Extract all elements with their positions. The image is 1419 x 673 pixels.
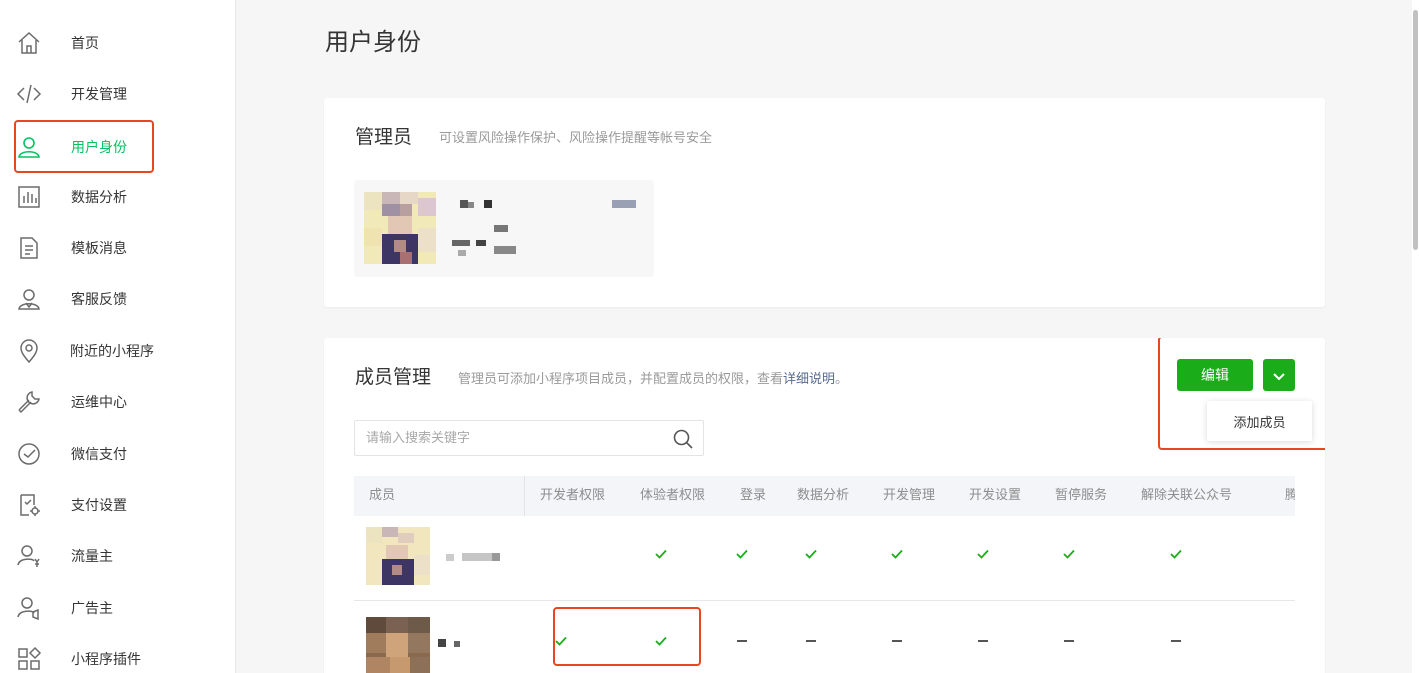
checkmark-icon [1062,547,1076,561]
sidebar-item-label: 微信支付 [71,447,127,463]
dash-icon [735,634,749,648]
scrollbar[interactable] [1412,0,1419,673]
document-icon [14,233,44,263]
advertiser-icon [14,593,44,623]
members-desc: 管理员可添加小程序项目成员，并配置成员的权限，查看详细说明。 [458,368,848,387]
sidebar-item-template-message[interactable]: 模板消息 [14,223,154,273]
members-desc-suffix: 。 [835,372,849,387]
dash-icon [1169,634,1183,648]
chart-icon [14,182,44,212]
checkmark-icon [804,547,818,561]
table-row [354,516,1295,601]
blurred-name [438,639,446,647]
sidebar-item-label: 运维中心 [71,395,127,411]
column-header: 开发设置 [969,488,1022,503]
plugin-icon [14,644,44,673]
admin-title: 管理员 [355,126,413,148]
search-icon[interactable] [673,429,693,453]
checkmark-icon [654,634,668,648]
column-header: 腾讯 [1285,488,1295,503]
more-actions-button[interactable] [1263,359,1295,391]
column-header: 体验者权限 [640,488,706,503]
search-input[interactable] [355,421,665,455]
checkmark-icon [976,547,990,561]
admin-profile [354,180,654,277]
detail-link[interactable]: 详细说明 [783,372,835,387]
sidebar-item-label: 流量主 [71,549,113,565]
table-header: 成员 开发者权限 体验者权限 登录 数据分析 开发管理 开发设置 暂停服务 解除… [354,476,1295,516]
column-header: 解除关联公众号 [1141,488,1233,503]
members-title: 成员管理 [355,366,432,388]
sidebar-item-label: 客服反馈 [71,292,127,308]
search-box [354,420,704,456]
sidebar-item-label: 支付设置 [71,498,127,514]
sidebar-item-home[interactable]: 首页 [14,18,154,68]
sidebar-item-ops-center[interactable]: 运维中心 [14,377,154,427]
sidebar-item-label: 小程序插件 [71,652,141,668]
avatar [364,192,436,264]
sidebar-item-label: 附近的小程序 [70,344,154,360]
dash-icon [890,634,904,648]
sidebar-item-data-analysis[interactable]: 数据分析 [14,172,154,222]
dash-icon [804,634,818,648]
home-icon [14,28,44,58]
admin-desc: 可设置风险操作保护、风险操作提醒等帐号安全 [439,131,713,146]
members-desc-text: 管理员可添加小程序项目成员，并配置成员的权限，查看 [458,372,784,387]
admin-card: 管理员 可设置风险操作保护、风险操作提醒等帐号安全 [324,98,1325,307]
code-icon [14,79,44,109]
page-title: 用户身份 [325,28,421,56]
avatar [366,617,430,673]
checkmark-icon [735,547,749,561]
location-icon [14,336,43,366]
sidebar-item-label: 首页 [71,36,99,52]
dash-icon [976,634,990,648]
column-header: 开发者权限 [540,488,606,503]
customer-service-icon [14,284,44,314]
main-content: 用户身份 管理员 可设置风险操作保护、风险操作提醒等帐号安全 成员管理 管理员可… [237,0,1419,673]
sidebar-item-dev-management[interactable]: 开发管理 [14,69,154,119]
scrollbar-thumb[interactable] [1413,10,1418,250]
checkmark-icon [1169,547,1183,561]
table-row [354,601,1295,673]
column-header: 暂停服务 [1055,488,1108,503]
checkmark-icon [554,634,568,648]
sidebar-item-label: 广告主 [71,601,113,617]
sidebar-item-wechat-pay[interactable]: 微信支付 [14,429,154,479]
wechat-pay-icon [14,439,44,469]
blurred-id [452,240,470,246]
sidebar-item-label: 用户身份 [71,139,127,156]
sidebar-item-label: 开发管理 [71,87,127,103]
column-header: 开发管理 [883,488,936,503]
checkmark-icon [890,547,904,561]
blurred-name [462,553,492,561]
dash-icon [1062,634,1076,648]
sidebar-item-plugin[interactable]: 小程序插件 [14,634,154,673]
sidebar-item-customer-service[interactable]: 客服反馈 [14,274,154,324]
user-icon [14,132,44,162]
traffic-master-icon [14,541,44,571]
sidebar: 首页 开发管理 用户身份 数据分析 模板消息 客服反馈 附近的小程序 运维中心 … [0,0,236,673]
sidebar-item-traffic-master[interactable]: 流量主 [14,531,154,581]
checkmark-icon [654,547,668,561]
sidebar-item-user-identity[interactable]: 用户身份 [14,120,154,173]
edit-button[interactable]: 编辑 [1177,359,1253,391]
wrench-icon [14,387,44,417]
sidebar-item-payment-settings[interactable]: 支付设置 [14,480,154,530]
chevron-down-icon [1273,366,1285,385]
sidebar-item-label: 数据分析 [71,190,127,206]
sidebar-item-advertiser[interactable]: 广告主 [14,583,154,633]
sidebar-item-label: 模板消息 [71,241,127,257]
add-member-menu-item[interactable]: 添加成员 [1207,401,1312,441]
avatar [366,527,430,585]
payment-settings-icon [14,490,44,520]
column-header: 成员 [369,488,396,503]
column-header: 登录 [740,488,767,503]
sidebar-item-nearby-miniprogram[interactable]: 附近的小程序 [14,326,154,376]
blurred-name [460,200,468,208]
blurred-tag [612,200,636,208]
members-card: 成员管理 管理员可添加小程序项目成员，并配置成员的权限，查看详细说明。 编辑 添… [324,338,1325,673]
column-header: 数据分析 [797,488,850,503]
